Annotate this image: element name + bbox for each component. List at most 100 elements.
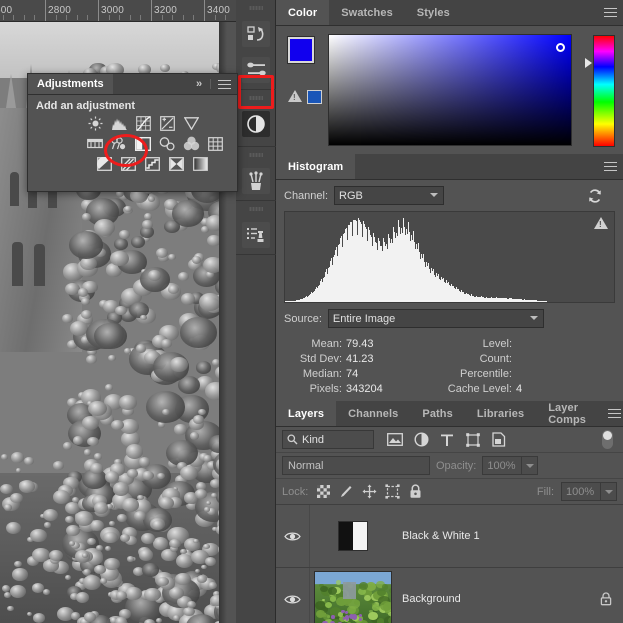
opacity-stepper[interactable] <box>522 456 539 475</box>
tab-layers[interactable]: Layers <box>276 401 337 426</box>
photo-filter-icon[interactable] <box>157 135 177 152</box>
thumb-flower <box>344 615 350 620</box>
gradient-map-icon[interactable] <box>190 155 210 172</box>
clone-source-icon[interactable] <box>242 222 270 248</box>
levels-icon[interactable] <box>109 115 129 132</box>
posterize-icon[interactable] <box>118 155 138 172</box>
selective-color-icon[interactable] <box>166 155 186 172</box>
filter-pixel-icon[interactable] <box>382 430 408 450</box>
color-field-cursor[interactable] <box>556 43 565 52</box>
panel-drag-area[interactable] <box>355 154 597 179</box>
foliage-cluster <box>62 314 73 323</box>
layers-panel-menu-icon[interactable] <box>606 401 623 426</box>
table-row[interactable]: Background <box>276 568 623 623</box>
foliage-cluster <box>88 400 107 416</box>
exposure-icon[interactable] <box>157 115 177 132</box>
lock-image-pixels-icon[interactable] <box>338 484 354 500</box>
dock-grip[interactable] <box>249 6 263 10</box>
dock-grip[interactable] <box>249 207 263 211</box>
filter-kind-select[interactable]: Kind <box>282 430 374 449</box>
filter-smart-object-icon[interactable] <box>486 430 512 450</box>
color-balance-icon[interactable] <box>109 135 129 152</box>
source-select[interactable]: Entire Image <box>327 309 544 328</box>
lock-artboard-icon[interactable] <box>384 484 400 500</box>
lock-all-icon[interactable] <box>407 484 423 500</box>
vibrance-icon[interactable] <box>181 115 201 132</box>
brightness-contrast-icon[interactable] <box>85 115 105 132</box>
table-row[interactable]: Black & White 1 <box>276 505 623 568</box>
lock-position-icon[interactable] <box>361 484 377 500</box>
black-white-adjustment-thumb <box>338 521 368 551</box>
panel-drag-area[interactable] <box>461 0 597 25</box>
cache-level-value: 4 <box>516 383 523 395</box>
hue-slider-handle[interactable] <box>585 58 592 68</box>
foliage-cluster <box>147 270 161 282</box>
layer-name[interactable]: Background <box>396 593 589 605</box>
dock-grip[interactable] <box>249 96 263 100</box>
filter-enable-toggle[interactable] <box>602 430 613 449</box>
channel-label: Channel: <box>284 189 329 202</box>
adjustments-panel-menu-icon[interactable] <box>211 74 237 94</box>
foreground-color-swatch[interactable] <box>287 36 315 64</box>
layer-thumbnail[interactable] <box>310 521 396 551</box>
fill-stepper[interactable] <box>601 482 617 501</box>
tab-libraries[interactable]: Libraries <box>464 401 537 426</box>
color-lookup-icon[interactable] <box>205 135 225 152</box>
panel-drag-area[interactable] <box>112 74 188 94</box>
hue-slider-bar[interactable] <box>593 35 615 147</box>
tab-histogram[interactable]: Histogram <box>276 154 356 179</box>
adjustments-icon[interactable] <box>242 111 270 137</box>
histogram-graph[interactable] <box>284 211 615 303</box>
fill-input[interactable]: 100% <box>561 482 601 501</box>
refresh-icon[interactable] <box>587 188 603 204</box>
threshold-icon[interactable] <box>142 155 162 172</box>
layer-thumbnail[interactable] <box>310 571 396 623</box>
collapse-panel-button[interactable]: » <box>188 74 210 94</box>
ruler-minor-tick <box>76 15 78 20</box>
tab-styles[interactable]: Styles <box>404 0 462 25</box>
filter-type-icon[interactable] <box>434 430 460 450</box>
layer-visibility-toggle[interactable] <box>276 568 310 623</box>
filter-adjustment-icon[interactable] <box>408 430 434 450</box>
foliage-cluster <box>64 574 72 580</box>
actions-icon[interactable] <box>242 57 270 83</box>
tab-layer-comps[interactable]: Layer Comps <box>536 401 607 426</box>
layer-name[interactable]: Black & White 1 <box>396 530 623 542</box>
stddev-value: 41.23 <box>346 353 374 365</box>
channel-select[interactable]: RGB <box>334 186 445 205</box>
tab-channels[interactable]: Channels <box>336 401 411 426</box>
hue-saturation-icon[interactable] <box>85 135 105 152</box>
foliage-cluster <box>117 514 127 523</box>
out-of-gamut-warning-icon[interactable] <box>288 90 302 102</box>
blend-mode-select[interactable]: Normal <box>282 456 430 475</box>
web-safe-color-swatch[interactable] <box>307 90 322 104</box>
brushes-icon[interactable] <box>242 168 270 194</box>
black-and-white-icon[interactable] <box>133 135 153 152</box>
curves-icon[interactable] <box>133 115 153 132</box>
tab-paths[interactable]: Paths <box>410 401 465 426</box>
lock-transparent-pixels-icon[interactable] <box>315 484 331 500</box>
horizontal-ruler[interactable]: 6002800300032003400 <box>0 0 236 22</box>
eye-icon <box>284 595 301 603</box>
invert-icon[interactable] <box>94 155 114 172</box>
level-value <box>516 338 615 350</box>
history-icon[interactable] <box>242 21 270 47</box>
channel-mixer-icon[interactable] <box>181 135 201 152</box>
layer-visibility-toggle[interactable] <box>276 505 310 567</box>
spire <box>6 74 16 108</box>
tab-color[interactable]: Color <box>276 0 330 25</box>
tab-swatches[interactable]: Swatches <box>329 0 405 25</box>
thumb-flower <box>359 617 363 621</box>
dock-grip[interactable] <box>249 153 263 157</box>
histogram-panel-menu-icon[interactable] <box>597 154 623 179</box>
color-field[interactable] <box>328 34 572 146</box>
layer-locked-icon[interactable] <box>589 592 623 606</box>
color-panel-menu-icon[interactable] <box>597 0 623 25</box>
uncached-data-warning-icon[interactable] <box>594 217 608 229</box>
percentile-value <box>516 368 615 380</box>
ruler-minor-tick <box>119 15 121 20</box>
tab-adjustments[interactable]: Adjustments <box>28 74 113 94</box>
color-panel-tabbar: Color Swatches Styles <box>276 0 623 26</box>
opacity-input[interactable]: 100% <box>482 456 523 475</box>
filter-shape-icon[interactable] <box>460 430 486 450</box>
